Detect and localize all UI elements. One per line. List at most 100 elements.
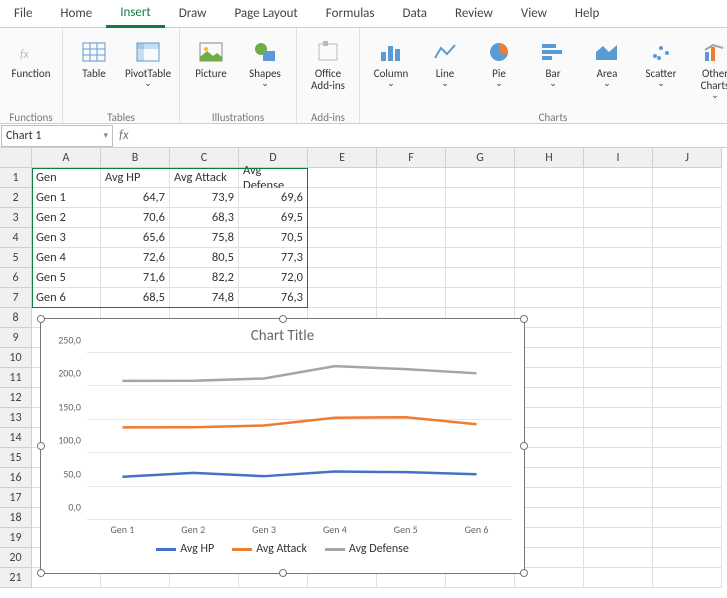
select-all-corner[interactable] — [0, 148, 32, 168]
spreadsheet-grid[interactable]: A B C D E F G H I J 1GenAvg HPAvg Attack… — [0, 148, 727, 588]
cell[interactable]: Avg Attack — [170, 168, 239, 188]
row-header[interactable]: 1 — [0, 168, 32, 188]
embedded-chart[interactable]: Chart Title 0,0 50,0 100,0 150,0 200,0 2… — [40, 318, 525, 574]
tab-review[interactable]: Review — [441, 1, 507, 26]
row-header[interactable]: 9 — [0, 328, 32, 348]
cell[interactable] — [584, 248, 653, 268]
tab-file[interactable]: File — [0, 1, 46, 26]
tab-view[interactable]: View — [507, 1, 561, 26]
cell[interactable] — [515, 228, 584, 248]
cell[interactable] — [653, 188, 722, 208]
other-charts-button[interactable]: Other Charts⌄ — [690, 34, 727, 108]
cell[interactable] — [584, 328, 653, 348]
cell[interactable] — [653, 228, 722, 248]
cell[interactable] — [653, 348, 722, 368]
row-header[interactable]: 6 — [0, 268, 32, 288]
cell[interactable] — [653, 368, 722, 388]
cell[interactable] — [308, 168, 377, 188]
row-header[interactable]: 8 — [0, 308, 32, 328]
cell[interactable] — [515, 468, 584, 488]
scatter-chart-button[interactable]: Scatter⌄ — [636, 34, 686, 108]
cell[interactable] — [653, 388, 722, 408]
cell[interactable] — [584, 428, 653, 448]
cell[interactable] — [584, 368, 653, 388]
cell[interactable] — [308, 228, 377, 248]
cell[interactable] — [446, 168, 515, 188]
cell[interactable]: 82,2 — [170, 268, 239, 288]
cell[interactable] — [515, 248, 584, 268]
cell[interactable] — [584, 268, 653, 288]
cell[interactable]: Gen 4 — [32, 248, 101, 268]
row-header[interactable]: 7 — [0, 288, 32, 308]
cell[interactable] — [308, 248, 377, 268]
cell[interactable] — [308, 268, 377, 288]
cell[interactable] — [515, 448, 584, 468]
cell[interactable] — [515, 348, 584, 368]
row-header[interactable]: 15 — [0, 448, 32, 468]
pivottable-button[interactable]: PivotTable⌄ — [123, 34, 173, 108]
cell[interactable] — [584, 208, 653, 228]
cell[interactable] — [377, 248, 446, 268]
chart-title[interactable]: Chart Title — [41, 319, 524, 349]
cell[interactable] — [515, 508, 584, 528]
cell[interactable] — [653, 508, 722, 528]
cell[interactable]: Gen 2 — [32, 208, 101, 228]
cell[interactable]: Gen — [32, 168, 101, 188]
col-header[interactable]: J — [653, 148, 722, 168]
shapes-button[interactable]: Shapes⌄ — [240, 34, 290, 108]
tab-draw[interactable]: Draw — [165, 1, 221, 26]
cell[interactable] — [584, 308, 653, 328]
resize-handle[interactable] — [520, 315, 528, 323]
cell[interactable] — [584, 188, 653, 208]
cell[interactable]: Gen 6 — [32, 288, 101, 308]
cell[interactable] — [377, 288, 446, 308]
cell[interactable] — [515, 548, 584, 568]
cell[interactable] — [584, 508, 653, 528]
row-header[interactable]: 2 — [0, 188, 32, 208]
cell[interactable] — [515, 268, 584, 288]
formula-input[interactable] — [135, 126, 272, 146]
cell[interactable] — [584, 548, 653, 568]
cell[interactable] — [377, 188, 446, 208]
cell[interactable] — [653, 548, 722, 568]
row-header[interactable]: 5 — [0, 248, 32, 268]
cell[interactable] — [446, 268, 515, 288]
cell[interactable]: 74,8 — [170, 288, 239, 308]
cell[interactable] — [584, 488, 653, 508]
cell[interactable] — [515, 188, 584, 208]
row-header[interactable]: 17 — [0, 488, 32, 508]
cell[interactable] — [653, 568, 722, 588]
cell[interactable]: 73,9 — [170, 188, 239, 208]
cell[interactable] — [653, 328, 722, 348]
table-button[interactable]: Table — [69, 34, 119, 108]
resize-handle[interactable] — [279, 315, 287, 323]
tab-page-layout[interactable]: Page Layout — [220, 1, 311, 26]
tab-data[interactable]: Data — [389, 1, 442, 26]
cell[interactable] — [653, 208, 722, 228]
cell[interactable] — [377, 228, 446, 248]
cell[interactable] — [515, 288, 584, 308]
cell[interactable] — [515, 528, 584, 548]
cell[interactable] — [308, 188, 377, 208]
cell[interactable] — [446, 188, 515, 208]
cell[interactable] — [584, 168, 653, 188]
cell[interactable] — [515, 328, 584, 348]
column-chart-button[interactable]: Column⌄ — [366, 34, 416, 108]
cell[interactable] — [653, 408, 722, 428]
cell[interactable]: 70,6 — [101, 208, 170, 228]
cell[interactable]: 72,0 — [239, 268, 308, 288]
cell[interactable] — [308, 208, 377, 228]
cell[interactable] — [653, 308, 722, 328]
cell[interactable] — [446, 288, 515, 308]
pie-chart-button[interactable]: Pie⌄ — [474, 34, 524, 108]
cell[interactable] — [515, 168, 584, 188]
cell[interactable]: 68,5 — [101, 288, 170, 308]
cell[interactable] — [446, 208, 515, 228]
tab-formulas[interactable]: Formulas — [312, 1, 389, 26]
cell[interactable] — [377, 208, 446, 228]
area-chart-button[interactable]: Area⌄ — [582, 34, 632, 108]
cell[interactable] — [446, 248, 515, 268]
name-box[interactable]: Chart 1▾ — [1, 125, 113, 147]
cell[interactable] — [584, 388, 653, 408]
cell[interactable]: 69,5 — [239, 208, 308, 228]
